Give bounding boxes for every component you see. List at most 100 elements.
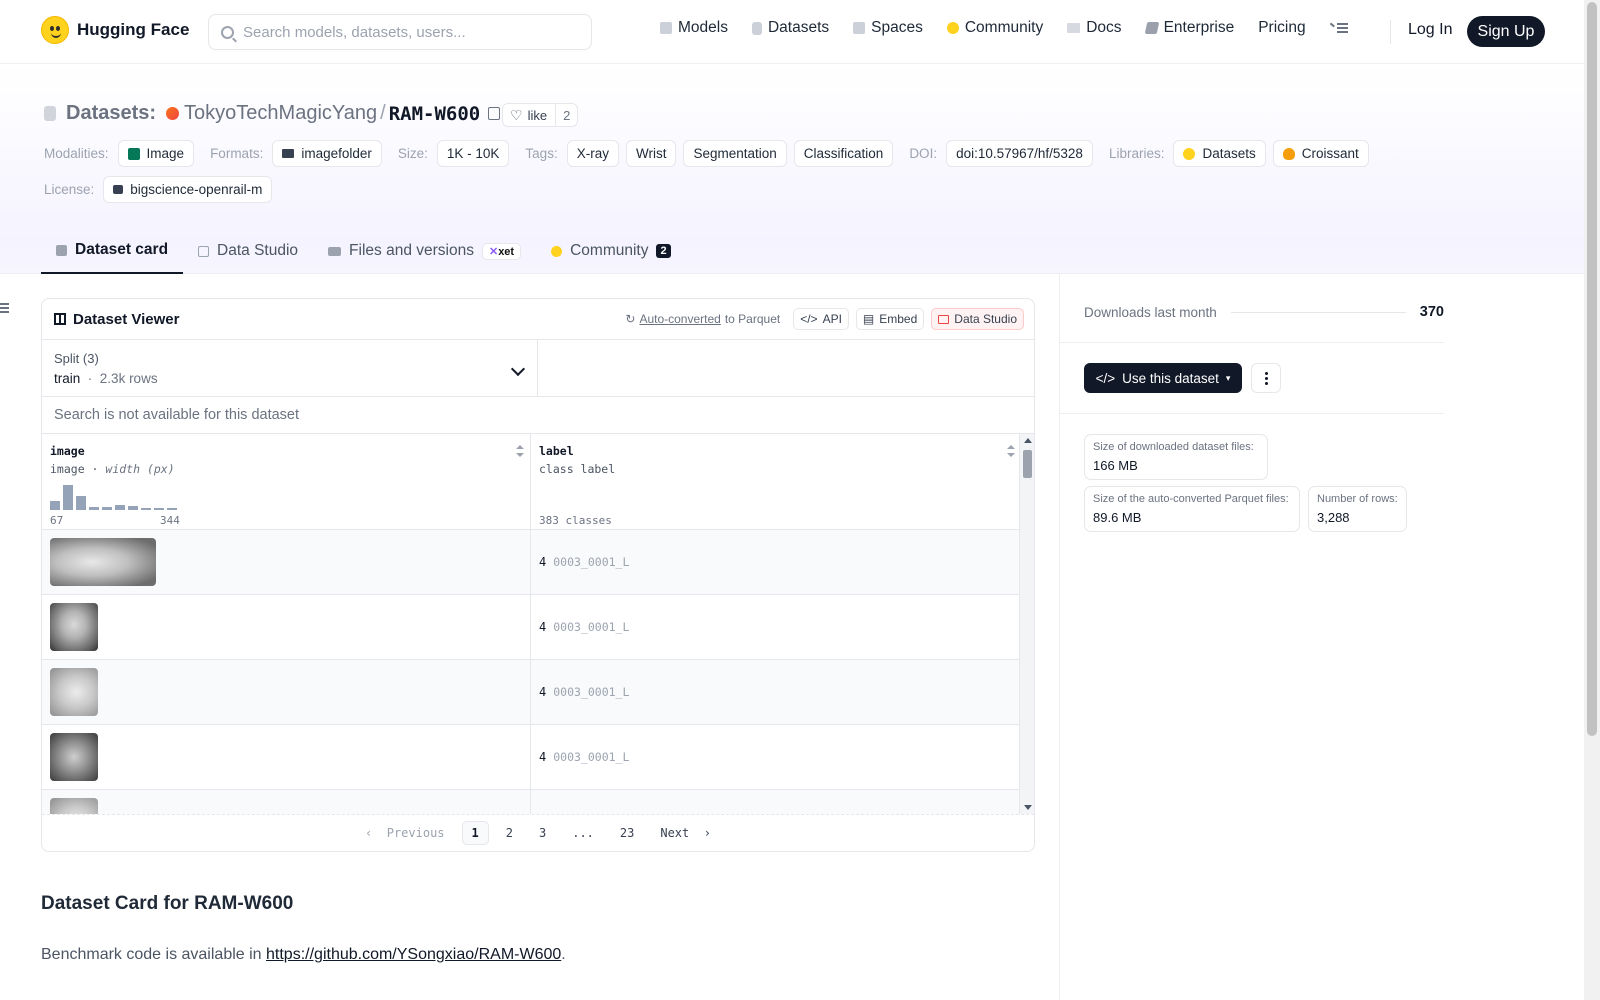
page-button[interactable]: 1 [461,821,489,845]
nav-link-datasets[interactable]: Datasets [751,19,829,37]
org-avatar[interactable] [166,107,180,120]
tab-label: Data Studio [217,242,299,259]
nav-link-docs[interactable]: Docs [1067,19,1122,37]
to-parquet-text: to Parquet [724,312,781,326]
tab-label: Community [570,242,649,259]
tab-files-and-versions[interactable]: Files and versions ✕xet [313,228,536,274]
like-button[interactable]: ♡ like 2 [502,103,579,127]
column-name: label [539,444,574,458]
image-icon [127,147,140,160]
bank-icon [113,185,124,194]
community-count-badge: 2 [656,244,671,258]
column-type-note: width (px) [105,462,175,476]
page-button[interactable]: 3 [530,822,555,844]
column-header-image[interactable]: image image · width (px) 67 344 [42,434,531,529]
embed-button[interactable]: ▤ Embed [855,308,925,330]
github-link[interactable]: https://github.com/YSongxiao/RAM-W600 [266,946,561,963]
previous-page-button[interactable]: ‹ Previous [356,822,453,844]
split-name: train [54,371,81,386]
tab-dataset-card[interactable]: Dataset card [41,228,184,274]
refresh-icon: ↻ [625,312,636,326]
table-row[interactable]: 4 0003_0001_L [42,660,1034,725]
formats-label: Formats: [210,146,264,161]
license-chip[interactable]: bigscience-openrail-m [103,176,273,203]
xray-thumbnail[interactable] [50,668,98,716]
xray-thumbnail[interactable] [50,538,156,586]
column-type: image [50,462,85,476]
size-chip[interactable]: 1K - 10K [436,140,510,167]
page-button[interactable]: 2 [497,822,522,844]
tag-chip[interactable]: Segmentation [683,140,787,167]
more-menu-icon[interactable] [1329,22,1348,34]
metadata-row: Modalities: Image Formats: imagefolder S… [44,140,1376,167]
page-scrollbar[interactable] [1584,0,1600,1000]
tab-label: Files and versions [349,242,474,259]
sort-icon[interactable] [516,445,524,457]
dataset-name-link[interactable]: RAM-W600 [389,103,481,125]
xray-thumbnail[interactable] [50,733,98,781]
xray-thumbnail[interactable] [50,798,98,814]
search-input[interactable]: Search models, datasets, users... [208,14,592,50]
histogram-bar[interactable] [141,508,151,510]
downloads-sparkline [1230,311,1406,313]
nav-link-label: Pricing [1258,19,1306,36]
histogram-bar[interactable] [154,508,164,510]
tag-chip[interactable]: Wrist [625,140,677,167]
nav-link-community[interactable]: Community [946,19,1044,37]
tab-community[interactable]: Community 2 [536,228,686,274]
doi-chip[interactable]: doi:10.57967/hf/5328 [946,140,1093,167]
table-row[interactable] [42,790,1034,814]
page-button[interactable]: 23 [611,822,643,844]
nav-link-label: Community [964,19,1044,36]
format-chip-imagefolder[interactable]: imagefolder [272,140,382,167]
nav-link-pricing[interactable]: Pricing [1258,19,1305,37]
library-chip-croissant[interactable]: Croissant [1272,140,1369,167]
histogram-bar[interactable] [167,508,177,510]
library-chip-datasets[interactable]: Datasets [1173,140,1266,167]
split-selector[interactable]: Split (3) train · 2.3k rows [42,340,538,396]
histogram-bar[interactable] [102,507,112,510]
histogram-bar[interactable] [50,501,60,510]
api-button[interactable]: </> API [793,308,849,330]
histogram-bar[interactable] [89,507,99,510]
histogram-bar[interactable] [76,496,86,510]
more-options-icon[interactable] [1251,363,1281,393]
sidebar-toggle-icon[interactable] [0,303,9,313]
tag-chip[interactable]: X-ray [566,140,619,167]
modality-chip-image[interactable]: Image [117,140,195,167]
next-page-button[interactable]: Next › [651,822,720,844]
brand-logo-link[interactable]: Hugging Face [41,16,189,44]
login-link[interactable]: Log In [1408,21,1452,39]
histogram-bar[interactable] [63,485,73,510]
hf-icon [946,22,959,34]
table-scrollbar[interactable] [1019,434,1034,814]
folder-icon [282,149,295,158]
split-rows: 2.3k rows [99,371,158,386]
data-studio-button[interactable]: Data Studio [931,308,1024,330]
sort-icon[interactable] [1007,445,1015,457]
use-this-dataset-button[interactable]: </> Use this dataset ▾ [1084,363,1242,393]
auto-converted-link[interactable]: Auto-converted [639,312,720,326]
nav-divider [1390,20,1391,44]
xray-thumbnail[interactable] [50,603,98,651]
table-row[interactable]: 4 0003_0001_L [42,725,1034,790]
histogram-bar[interactable] [128,506,138,510]
grid-icon [853,22,866,34]
table-row[interactable]: 4 0003_0001_L [42,530,1034,595]
chip-label: Croissant [1301,146,1359,161]
nav-link-models[interactable]: Models [660,19,728,37]
copy-icon[interactable] [488,107,501,120]
signup-button[interactable]: Sign Up [1467,16,1545,47]
nav-link-spaces[interactable]: Spaces [853,19,923,37]
histogram-bar[interactable] [115,505,125,510]
org-link[interactable]: TokyoTechMagicYang [184,102,377,125]
table-row[interactable]: 4 0003_0001_L [42,595,1034,660]
tab-data-studio[interactable]: Data Studio [183,228,313,274]
tag-chip[interactable]: Classification [793,140,894,167]
search-placeholder: Search models, datasets, users... [243,23,466,41]
nav-link-enterprise[interactable]: Enterprise [1144,19,1234,37]
stat-value: 89.6 MB [1093,510,1142,525]
like-count[interactable]: 2 [555,104,577,126]
column-header-label[interactable]: label class label 383 classes [531,434,1021,529]
modalities-label: Modalities: [44,146,109,161]
